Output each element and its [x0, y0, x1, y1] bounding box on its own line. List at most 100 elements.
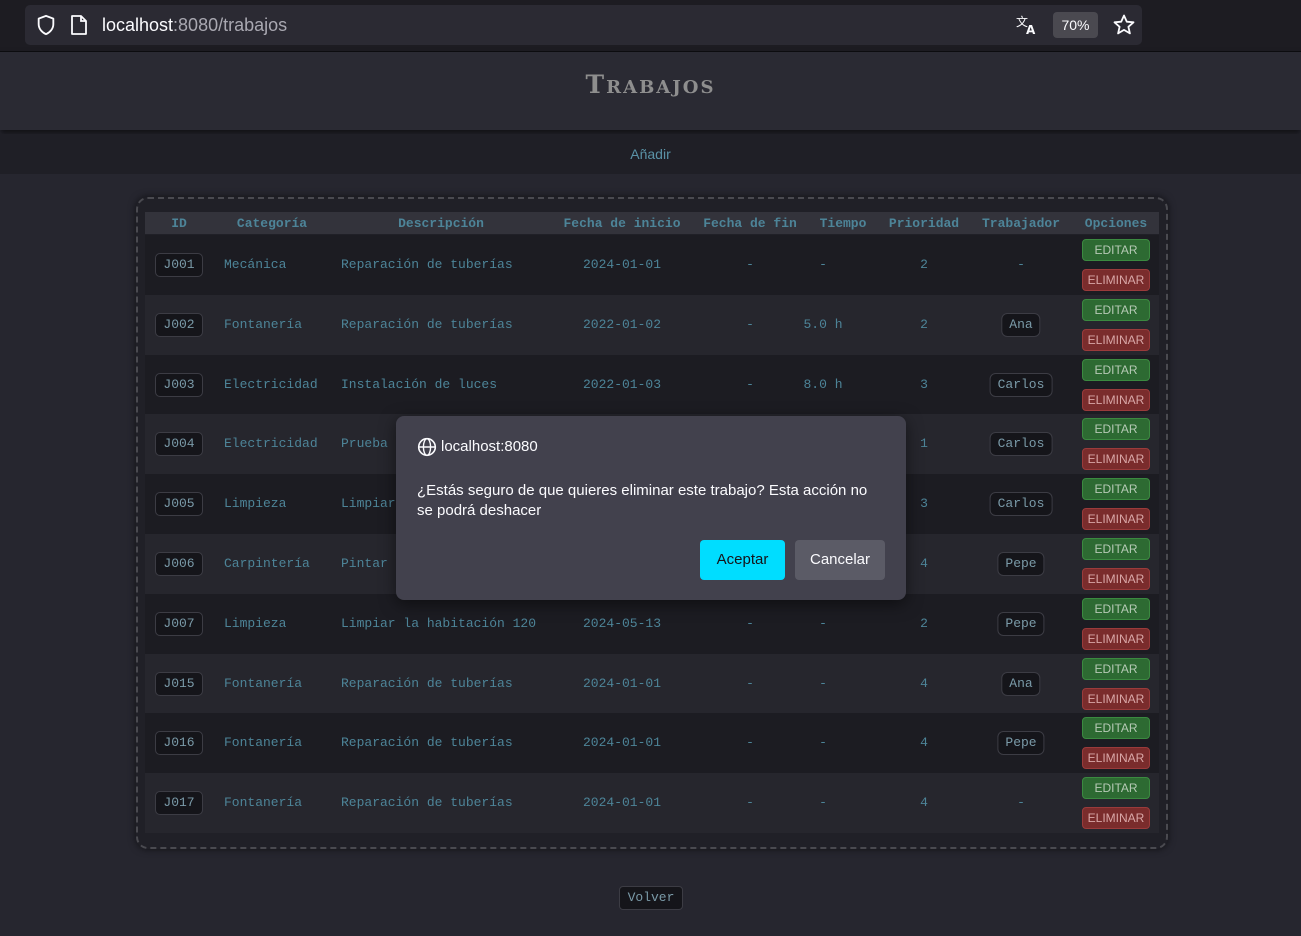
- category-cell: Fontanería: [224, 795, 303, 810]
- category-cell: Carpintería: [224, 556, 310, 571]
- worker-badge: Carlos: [989, 432, 1053, 456]
- edit-button[interactable]: EDITAR: [1082, 478, 1150, 500]
- time-cell: -: [819, 257, 827, 272]
- priority-cell: 2: [920, 257, 928, 272]
- start-date-cell: 2024-01-01: [582, 676, 662, 691]
- time-cell: -: [819, 676, 827, 691]
- job-id-badge: J005: [155, 492, 203, 516]
- confirm-dialog: localhost:8080 ¿Estás seguro de que quie…: [396, 416, 906, 600]
- worker-badge: Pepe: [997, 612, 1045, 636]
- end-date-cell: -: [746, 377, 754, 392]
- globe-icon: [417, 437, 437, 457]
- category-cell: Mecánica: [224, 257, 287, 272]
- delete-button[interactable]: ELIMINAR: [1082, 747, 1150, 769]
- worker-badge: Pepe: [997, 731, 1045, 755]
- table-row: J017 Fontanería Reparación de tuberías 2024…: [145, 773, 1159, 833]
- delete-button[interactable]: ELIMINAR: [1082, 508, 1150, 530]
- job-id-badge: J017: [155, 791, 203, 815]
- add-link[interactable]: Añadir: [0, 146, 1301, 162]
- start-date-cell: 2022-01-03: [582, 377, 662, 392]
- description-cell: Limpiar la habitación 120: [341, 616, 537, 631]
- description-cell: Reparación de tuberías: [341, 676, 513, 691]
- edit-button[interactable]: EDITAR: [1082, 239, 1150, 261]
- column-header: Opciones: [1084, 216, 1148, 231]
- job-id-badge: J016: [155, 731, 203, 755]
- edit-button[interactable]: EDITAR: [1082, 777, 1150, 799]
- description-cell: Reparación de tuberías: [341, 257, 513, 272]
- delete-button[interactable]: ELIMINAR: [1082, 807, 1150, 829]
- job-id-badge: J002: [155, 313, 203, 337]
- shield-icon[interactable]: [35, 14, 57, 36]
- zoom-level-badge[interactable]: 70%: [1053, 12, 1098, 38]
- end-date-cell: -: [746, 616, 754, 631]
- table-row: J001 Mecánica Reparación de tuberías 2024-0…: [145, 235, 1159, 295]
- translate-icon[interactable]: 文 A: [1015, 14, 1039, 36]
- time-cell: -: [819, 616, 827, 631]
- table-row: J003 Electricidad Instalación de luces 2022…: [145, 355, 1159, 415]
- page-title: Trabajos: [585, 70, 716, 99]
- delete-button[interactable]: ELIMINAR: [1082, 389, 1150, 411]
- table-row: J007 Limpieza Limpiar la habitación 120 202…: [145, 594, 1159, 654]
- edit-button[interactable]: EDITAR: [1082, 598, 1150, 620]
- category-cell: Fontanería: [224, 735, 303, 750]
- table-row: J002 Fontanería Reparación de tuberías 2022…: [145, 295, 1159, 355]
- description-cell: Reparación de tuberías: [341, 735, 513, 750]
- bookmark-star-icon[interactable]: [1112, 13, 1136, 37]
- time-cell: 8.0 h: [803, 377, 843, 392]
- end-date-cell: -: [746, 317, 754, 332]
- delete-button[interactable]: ELIMINAR: [1082, 628, 1150, 650]
- edit-button[interactable]: EDITAR: [1082, 717, 1150, 739]
- delete-button[interactable]: ELIMINAR: [1082, 688, 1150, 710]
- nav-bar: Añadir: [0, 134, 1301, 174]
- priority-cell: 2: [920, 616, 928, 631]
- table-header: ID Categoría Descripción Fecha de inicio Fec…: [145, 212, 1159, 234]
- edit-button[interactable]: EDITAR: [1082, 418, 1150, 440]
- delete-button[interactable]: ELIMINAR: [1082, 329, 1150, 351]
- worker-cell: -: [1017, 257, 1025, 272]
- delete-button[interactable]: ELIMINAR: [1082, 448, 1150, 470]
- url-path: :8080/trabajos: [173, 15, 288, 35]
- edit-button[interactable]: EDITAR: [1082, 359, 1150, 381]
- column-header: Fecha de fin: [703, 216, 797, 231]
- description-cell: Pintar: [341, 556, 388, 571]
- end-date-cell: -: [746, 257, 754, 272]
- edit-button[interactable]: EDITAR: [1082, 299, 1150, 321]
- page-icon: [71, 15, 87, 35]
- start-date-cell: 2022-01-02: [582, 317, 662, 332]
- edit-button[interactable]: EDITAR: [1082, 658, 1150, 680]
- category-cell: Electricidad: [224, 377, 318, 392]
- end-date-cell: -: [746, 676, 754, 691]
- delete-button[interactable]: ELIMINAR: [1082, 269, 1150, 291]
- cancel-button[interactable]: Cancelar: [795, 540, 885, 580]
- page-header: Trabajos: [0, 52, 1301, 130]
- category-cell: Limpieza: [224, 616, 287, 631]
- category-cell: Limpieza: [224, 496, 287, 511]
- description-cell: Limpiar: [341, 496, 396, 511]
- table-row: J016 Fontanería Reparación de tuberías 2024…: [145, 713, 1159, 773]
- column-header: Descripción: [398, 216, 484, 231]
- column-header: Trabajador: [981, 216, 1061, 231]
- priority-cell: 4: [920, 735, 928, 750]
- job-id-badge: J004: [155, 432, 203, 456]
- category-cell: Fontanería: [224, 676, 303, 691]
- time-cell: -: [819, 795, 827, 810]
- edit-button[interactable]: EDITAR: [1082, 538, 1150, 560]
- worker-badge: Ana: [1001, 313, 1041, 337]
- delete-button[interactable]: ELIMINAR: [1082, 568, 1150, 590]
- column-header: ID: [171, 216, 187, 231]
- svg-text:A: A: [1026, 23, 1036, 36]
- priority-cell: 3: [920, 377, 928, 392]
- start-date-cell: 2024-05-13: [582, 616, 662, 631]
- job-id-badge: J001: [155, 253, 203, 277]
- priority-cell: 2: [920, 317, 928, 332]
- url-text[interactable]: localhost:8080/trabajos: [102, 15, 287, 36]
- column-header: Prioridad: [888, 216, 960, 231]
- back-button[interactable]: Volver: [619, 886, 683, 910]
- table-row: J015 Fontanería Reparación de tuberías 2024…: [145, 654, 1159, 714]
- description-cell: Prueba: [341, 436, 388, 451]
- description-cell: Reparación de tuberías: [341, 795, 513, 810]
- address-bar[interactable]: localhost:8080/trabajos 文 A 70%: [25, 5, 1142, 45]
- priority-cell: 4: [920, 676, 928, 691]
- accept-button[interactable]: Aceptar: [700, 540, 785, 580]
- start-date-cell: 2024-01-01: [582, 735, 662, 750]
